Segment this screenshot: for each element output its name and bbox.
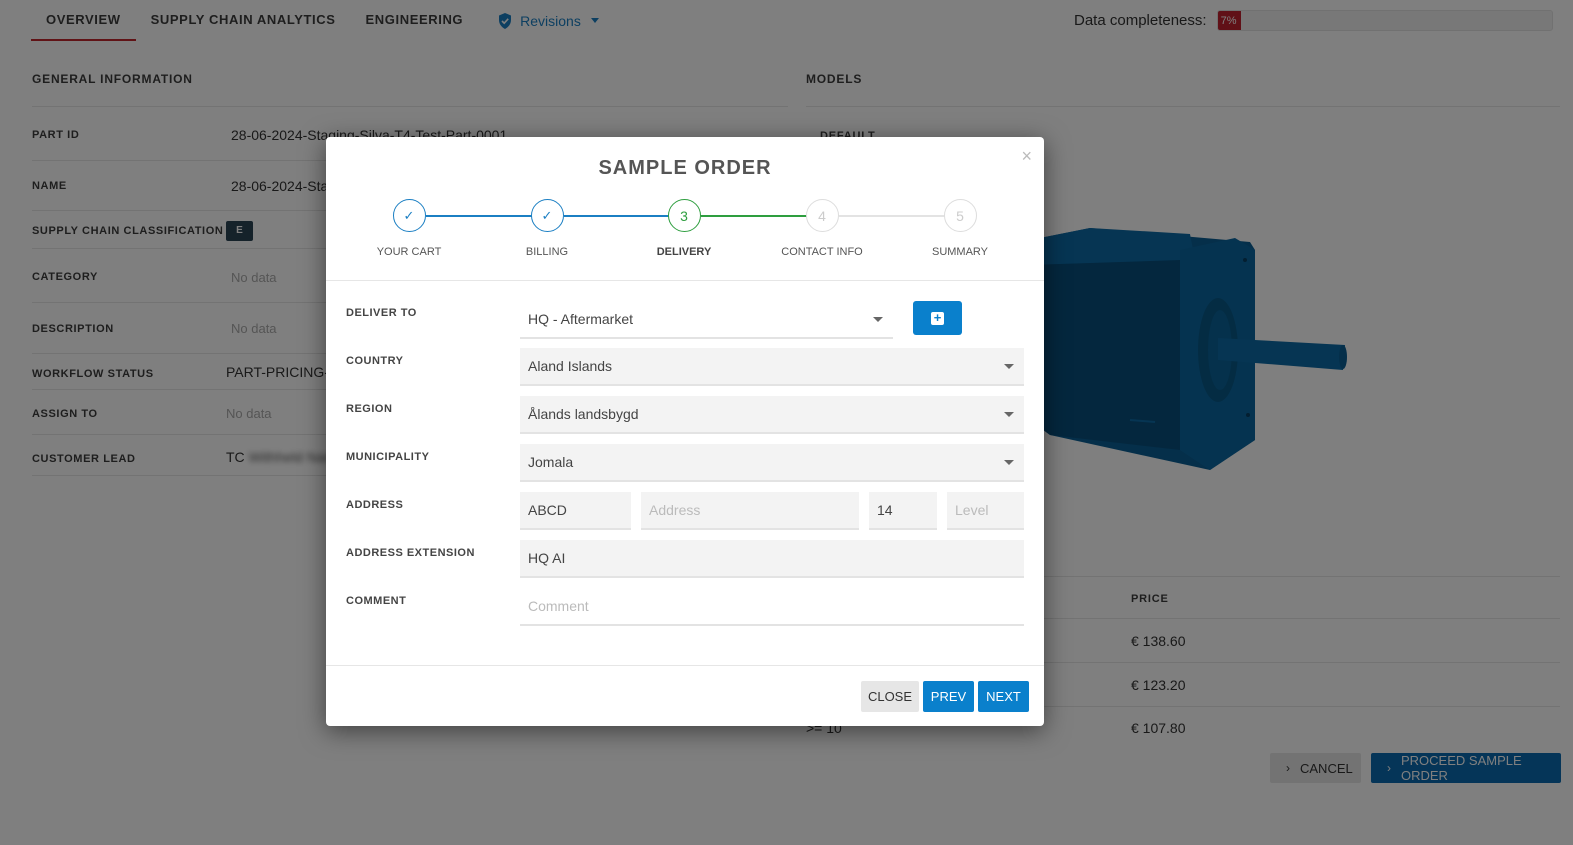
level-input[interactable]: Level bbox=[947, 492, 1024, 530]
step-number: 3 bbox=[667, 199, 701, 232]
step-label: SUMMARY bbox=[931, 246, 989, 258]
dropdown-arrow-icon bbox=[1004, 363, 1014, 369]
country-label: COUNTRY bbox=[346, 355, 404, 367]
modal-footer-divider bbox=[326, 665, 1044, 666]
next-button[interactable]: NEXT bbox=[978, 681, 1029, 712]
step-label: CONTACT INFO bbox=[781, 246, 863, 258]
municipality-select[interactable]: Jomala bbox=[520, 444, 1024, 482]
address-input[interactable]: Address bbox=[641, 492, 859, 530]
order-stepper: ✓ YOUR CART ✓ BILLING 3 DELIVERY 4 CONTA… bbox=[326, 199, 1044, 269]
country-select[interactable]: Aland Islands bbox=[520, 348, 1024, 386]
municipality-label: MUNICIPALITY bbox=[346, 451, 430, 463]
deliver-to-row: DELIVER TO HQ - Aftermarket + bbox=[346, 301, 1024, 341]
country-row: COUNTRY Aland Islands bbox=[346, 348, 1024, 388]
step-label: YOUR CART bbox=[376, 246, 442, 258]
house-number-value: 14 bbox=[877, 502, 893, 518]
country-value: Aland Islands bbox=[528, 358, 613, 374]
street-prefix-value: ABCD bbox=[528, 502, 567, 518]
sample-order-modal: × SAMPLE ORDER ✓ YOUR CART ✓ BILLING 3 D… bbox=[326, 137, 1044, 726]
step-label: DELIVERY bbox=[656, 246, 712, 258]
check-icon: ✓ bbox=[392, 199, 426, 232]
dropdown-arrow-icon bbox=[873, 316, 883, 322]
municipality-value: Jomala bbox=[528, 454, 574, 470]
step-label: BILLING bbox=[525, 246, 569, 258]
region-label: REGION bbox=[346, 403, 393, 415]
check-icon: ✓ bbox=[530, 199, 564, 232]
step-your-cart[interactable]: ✓ YOUR CART bbox=[349, 199, 469, 258]
step-number: 4 bbox=[805, 199, 839, 232]
add-address-button[interactable]: + bbox=[913, 301, 962, 335]
address-extension-input[interactable]: HQ AI bbox=[520, 540, 1024, 578]
comment-row: COMMENT Comment bbox=[346, 588, 1024, 628]
address-row: ADDRESS ABCD Address 14 Level bbox=[346, 492, 1024, 532]
close-button[interactable]: CLOSE bbox=[861, 681, 919, 712]
dropdown-arrow-icon bbox=[1004, 411, 1014, 417]
address-placeholder: Address bbox=[649, 502, 701, 518]
step-billing[interactable]: ✓ BILLING bbox=[487, 199, 607, 258]
deliver-to-select[interactable]: HQ - Aftermarket bbox=[520, 301, 893, 339]
house-number-input[interactable]: 14 bbox=[869, 492, 937, 530]
prev-button[interactable]: PREV bbox=[923, 681, 974, 712]
step-number: 5 bbox=[943, 199, 977, 232]
region-select[interactable]: Ålands landsbygd bbox=[520, 396, 1024, 434]
modal-title: SAMPLE ORDER bbox=[598, 157, 772, 179]
comment-label: COMMENT bbox=[346, 595, 407, 607]
municipality-row: MUNICIPALITY Jomala bbox=[346, 444, 1024, 484]
street-prefix-input[interactable]: ABCD bbox=[520, 492, 631, 530]
address-label: ADDRESS bbox=[346, 499, 404, 511]
address-extension-row: ADDRESS EXTENSION HQ AI bbox=[346, 540, 1024, 580]
region-row: REGION Ålands landsbygd bbox=[346, 396, 1024, 436]
address-extension-value: HQ AI bbox=[528, 550, 566, 566]
step-summary[interactable]: 5 SUMMARY bbox=[900, 199, 1020, 258]
modal-divider bbox=[326, 280, 1044, 281]
region-value: Ålands landsbygd bbox=[528, 406, 639, 422]
address-extension-label: ADDRESS EXTENSION bbox=[346, 547, 475, 559]
dropdown-arrow-icon bbox=[1004, 459, 1014, 465]
comment-placeholder: Comment bbox=[528, 598, 589, 614]
step-contact-info[interactable]: 4 CONTACT INFO bbox=[762, 199, 882, 258]
plus-square-icon: + bbox=[931, 311, 944, 325]
step-delivery[interactable]: 3 DELIVERY bbox=[624, 199, 744, 258]
deliver-to-value: HQ - Aftermarket bbox=[528, 311, 634, 327]
comment-input[interactable]: Comment bbox=[520, 588, 1024, 626]
level-placeholder: Level bbox=[955, 502, 989, 518]
deliver-to-label: DELIVER TO bbox=[346, 307, 417, 319]
